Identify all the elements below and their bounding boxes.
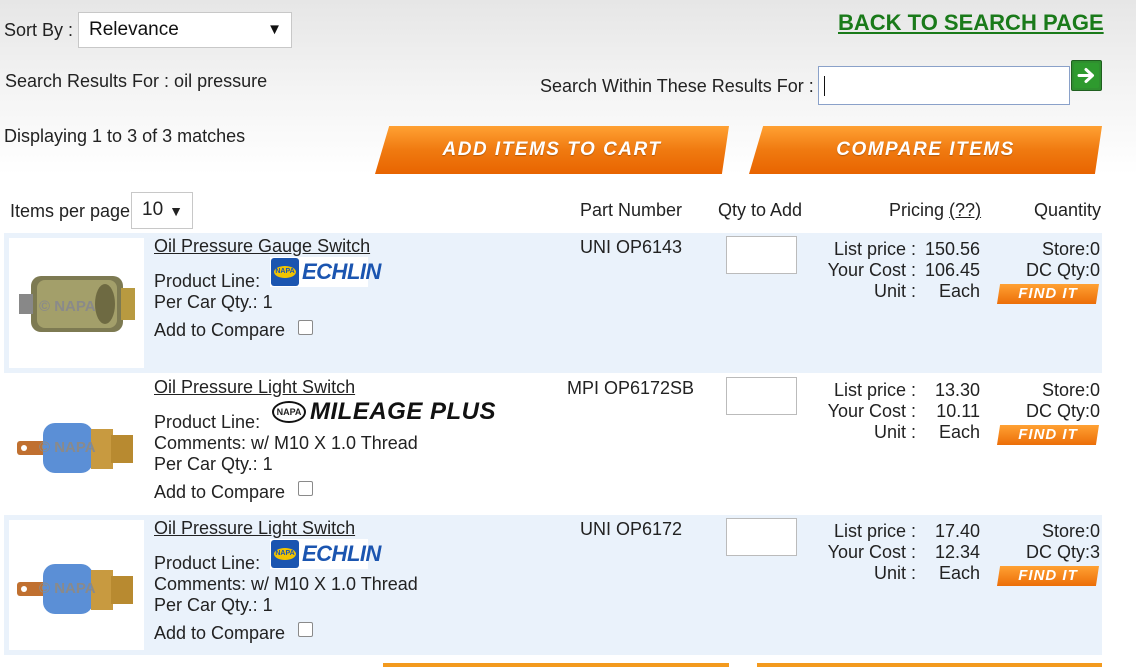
unit-value: Each [938, 422, 980, 442]
bottom-add-items-button-edge[interactable] [383, 663, 729, 667]
search-within-input[interactable] [818, 66, 1070, 105]
product-comments: Comments: w/ M10 X 1.0 Thread [154, 433, 418, 453]
store-qty: Store:0 [1041, 380, 1100, 400]
items-per-page-value: 10 [142, 199, 164, 220]
list-price-value: 17.40 [934, 521, 980, 541]
text-caret [824, 76, 825, 96]
col-quantity: Quantity [1034, 200, 1102, 220]
sort-by-select[interactable]: Relevance ▼ [78, 12, 292, 48]
brand-name: MILEAGE PLUS [310, 398, 497, 425]
brand-logo-echlin: NAPA ECHLIN [270, 539, 381, 569]
list-price-label: List price : [833, 380, 916, 400]
dropdown-arrow-icon: ▼ [169, 203, 183, 219]
part-number: UNI OP6172 [580, 519, 683, 539]
product-comments: Comments: w/ M10 X 1.0 Thread [154, 574, 418, 594]
add-to-compare-checkbox[interactable] [298, 320, 313, 335]
search-within-label: Search Within These Results For : [540, 76, 814, 96]
add-to-compare-checkbox[interactable] [298, 622, 313, 637]
list-price-label: List price : [833, 521, 916, 541]
napa-logo-icon: NAPA [272, 401, 306, 423]
brand-name: ECHLIN [302, 259, 381, 284]
add-to-compare-checkbox[interactable] [298, 481, 313, 496]
col-pricing: Pricing (??) [889, 200, 981, 221]
unit-value: Each [938, 281, 980, 301]
bottom-compare-button-edge[interactable] [757, 663, 1102, 667]
your-cost-label: Your Cost : [827, 542, 916, 562]
items-per-page-label: Items per page [10, 201, 131, 221]
product-row: © NAPA Oil Pressure Light Switch Product… [4, 374, 1102, 514]
compare-items-button[interactable]: COMPARE ITEMS [749, 126, 1102, 174]
unit-value: Each [938, 563, 980, 583]
your-cost-value: 106.45 [924, 260, 980, 280]
list-price-label: List price : [833, 239, 916, 259]
col-part-number: Part Number [580, 200, 683, 220]
add-to-compare-label: Add to Compare [154, 320, 286, 340]
arrow-right-icon [1074, 63, 1099, 88]
dc-qty: DC Qty:0 [1025, 260, 1100, 280]
brand-logo-echlin: NAPA ECHLIN [270, 257, 381, 287]
part-number: UNI OP6143 [580, 237, 683, 257]
per-car-qty: Per Car Qty.: 1 [154, 595, 273, 615]
product-image[interactable]: © NAPA [9, 238, 144, 368]
find-it-button[interactable]: FIND IT [997, 566, 1099, 586]
qty-to-add-input[interactable] [726, 518, 797, 556]
add-items-to-cart-button[interactable]: ADD ITEMS TO CART [375, 126, 729, 174]
displaying-matches: Displaying 1 to 3 of 3 matches [4, 126, 246, 146]
brand-name: ECHLIN [302, 541, 381, 566]
items-per-page-select[interactable]: 10 ▼ [131, 192, 193, 229]
napa-logo-icon: NAPA [271, 540, 299, 568]
image-watermark: © NAPA [39, 298, 96, 315]
image-watermark: © NAPA [39, 580, 96, 597]
back-to-search-link[interactable]: BACK TO SEARCH PAGE [838, 10, 1104, 36]
product-name-link[interactable]: Oil Pressure Gauge Switch [154, 236, 370, 257]
product-name-link[interactable]: Oil Pressure Light Switch [154, 377, 355, 398]
find-it-button[interactable]: FIND IT [997, 425, 1099, 445]
product-image[interactable]: © NAPA [9, 379, 144, 509]
part-number: MPI OP6172SB [567, 378, 695, 398]
list-price-value: 13.30 [934, 380, 980, 400]
sort-by-value: Relevance [89, 19, 179, 40]
product-line-label: Product Line: [154, 271, 261, 291]
dropdown-arrow-icon: ▼ [267, 21, 282, 38]
your-cost-value: 10.11 [936, 401, 980, 421]
list-price-value: 150.56 [924, 239, 980, 259]
product-image[interactable]: © NAPA [9, 520, 144, 650]
find-it-button[interactable]: FIND IT [997, 284, 1099, 304]
per-car-qty: Per Car Qty.: 1 [154, 454, 273, 474]
sort-by-label: Sort By : [4, 20, 74, 40]
col-qty-to-add: Qty to Add [718, 200, 803, 220]
napa-logo-icon: NAPA [271, 258, 299, 286]
add-to-compare-label: Add to Compare [154, 623, 286, 643]
unit-label: Unit : [873, 422, 916, 442]
dc-qty: DC Qty:3 [1025, 542, 1100, 562]
unit-label: Unit : [873, 563, 916, 583]
your-cost-value: 12.34 [934, 542, 980, 562]
per-car-qty: Per Car Qty.: 1 [154, 292, 273, 312]
store-qty: Store:0 [1041, 521, 1100, 541]
product-line-label: Product Line: [154, 553, 261, 573]
product-row: © NAPA Oil Pressure Light Switch Product… [4, 515, 1102, 655]
product-row: © NAPA Oil Pressure Gauge Switch Product… [4, 233, 1102, 373]
product-line-label: Product Line: [154, 412, 261, 432]
add-to-compare-label: Add to Compare [154, 482, 286, 502]
search-results-label: Search Results For : oil pressure [5, 71, 268, 91]
store-qty: Store:0 [1041, 239, 1100, 259]
unit-label: Unit : [873, 281, 916, 301]
your-cost-label: Your Cost : [827, 401, 916, 421]
dc-qty: DC Qty:0 [1025, 401, 1100, 421]
your-cost-label: Your Cost : [827, 260, 916, 280]
search-go-button[interactable] [1071, 60, 1102, 91]
qty-to-add-input[interactable] [726, 377, 797, 415]
col-pricing-label: Pricing [889, 200, 945, 220]
qty-to-add-input[interactable] [726, 236, 797, 274]
image-watermark: © NAPA [39, 439, 96, 456]
product-name-link[interactable]: Oil Pressure Light Switch [154, 518, 355, 539]
pricing-help-link[interactable]: (??) [949, 200, 981, 220]
